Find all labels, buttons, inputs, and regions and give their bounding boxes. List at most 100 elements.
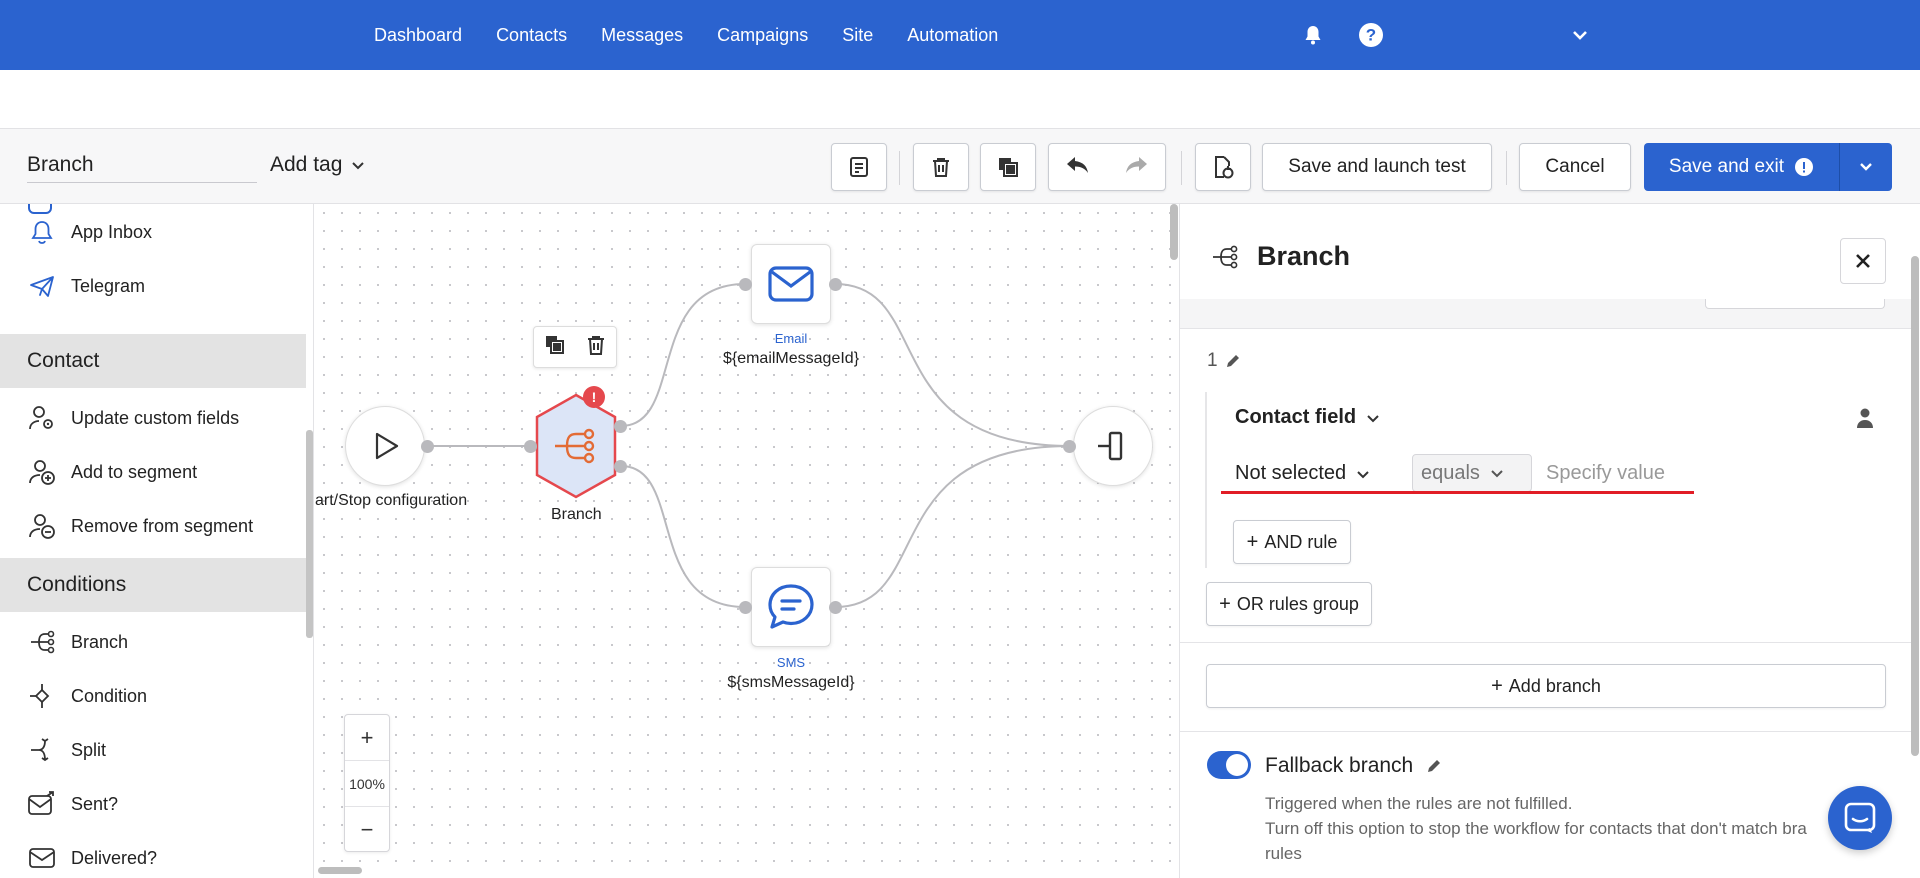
sidebar-item-update-custom-fields[interactable]: Update custom fields (0, 391, 306, 445)
sidebar-item-branch[interactable]: Branch (0, 615, 306, 669)
output-port[interactable] (829, 601, 842, 614)
pencil-icon[interactable] (1425, 757, 1443, 775)
main-nav: Dashboard Contacts Messages Campaigns Si… (374, 0, 998, 70)
close-panel-button[interactable] (1840, 238, 1886, 284)
workflow-canvas[interactable]: art/Stop configuration ! Branch Email ${… (315, 204, 1179, 878)
panel-scrollbar[interactable] (1911, 256, 1919, 756)
duplicate-button[interactable] (980, 143, 1036, 191)
nav-automation[interactable]: Automation (907, 25, 998, 46)
bell-icon (27, 217, 57, 247)
fallback-title: Fallback branch (1265, 754, 1414, 777)
operator-select[interactable]: equals (1412, 454, 1532, 492)
svg-text:?: ? (1366, 26, 1376, 45)
rule-group-border (1205, 392, 1207, 568)
output-port[interactable] (614, 460, 627, 473)
pencil-icon[interactable] (1224, 352, 1242, 370)
sidebar-item-label: Branch (71, 631, 129, 652)
sidebar-item-split[interactable]: Split (0, 723, 306, 777)
output-port[interactable] (829, 278, 842, 291)
add-or-rules-group-button[interactable]: + OR rules group (1206, 582, 1372, 626)
email-node-label: ${emailMessageId} (722, 350, 860, 367)
add-and-rule-button[interactable]: + AND rule (1233, 520, 1351, 564)
divider (1180, 731, 1913, 732)
plus-icon: + (1219, 592, 1231, 615)
bell-icon[interactable] (1298, 20, 1328, 50)
sidebar-item-delivered[interactable]: Delivered? (0, 831, 306, 878)
input-port[interactable] (1063, 440, 1076, 453)
help-icon[interactable]: ? (1356, 20, 1386, 50)
chevron-down-icon[interactable] (1565, 20, 1595, 50)
cancel-button[interactable]: Cancel (1519, 143, 1631, 191)
node-palette-sidebar: App Inbox Telegram Contact Update custom… (0, 204, 314, 878)
condition-icon (27, 681, 57, 711)
add-and-rule-label: AND rule (1264, 531, 1338, 552)
editor-toolbar: Branch Add tag Save and launch test Canc… (0, 128, 1920, 204)
sidebar-item-add-to-segment[interactable]: Add to segment (0, 445, 306, 499)
nav-campaigns[interactable]: Campaigns (717, 25, 808, 46)
panel-section-divider (1180, 299, 1913, 329)
save-options-dropdown[interactable] (1840, 143, 1892, 191)
mail-icon (768, 266, 814, 302)
zoom-in-button[interactable]: + (345, 715, 389, 761)
add-tag-dropdown[interactable]: Add tag (270, 153, 366, 177)
field-select[interactable]: Not selected (1235, 462, 1370, 485)
sidebar-item-app-inbox[interactable]: App Inbox (0, 205, 306, 259)
zoom-out-button[interactable]: − (345, 807, 389, 853)
input-port[interactable] (739, 601, 752, 614)
support-chat-button[interactable] (1828, 786, 1892, 850)
sidebar-section-conditions[interactable]: Conditions (0, 558, 306, 612)
sms-node[interactable] (751, 567, 831, 647)
paper-plane-icon (27, 271, 57, 301)
start-stop-node[interactable] (345, 406, 425, 486)
output-port[interactable] (614, 420, 627, 433)
branch-settings-panel: Branch 1 Contact field Not selected equa… (1179, 204, 1920, 878)
nav-dashboard[interactable]: Dashboard (374, 25, 462, 46)
notes-button[interactable] (831, 143, 887, 191)
undo-icon[interactable] (1065, 154, 1091, 181)
input-port[interactable] (739, 278, 752, 291)
sidebar-item-remove-from-segment[interactable]: Remove from segment (0, 499, 306, 553)
value-input[interactable]: Specify value (1546, 462, 1665, 485)
redo-icon[interactable] (1123, 154, 1149, 181)
sidebar-section-contact[interactable]: Contact (0, 334, 306, 388)
output-port[interactable] (421, 440, 434, 453)
fallback-branch-toggle[interactable] (1207, 751, 1251, 779)
sidebar-item-sent[interactable]: Sent? (0, 777, 306, 831)
chevron-down-icon (1491, 470, 1503, 478)
spacer (0, 70, 1920, 128)
plus-icon: + (1491, 674, 1503, 697)
email-node-type: Email (774, 331, 808, 346)
field-select-value: Not selected (1235, 462, 1347, 484)
trash-icon[interactable] (585, 334, 607, 361)
sidebar-item-telegram[interactable]: Telegram (0, 259, 306, 313)
sidebar-item-condition[interactable]: Condition (0, 669, 306, 723)
sidebar-scrollbar[interactable] (306, 430, 313, 638)
workflow-name-input[interactable]: Branch (27, 151, 257, 183)
sidebar-item-label: Update custom fields (71, 407, 240, 428)
branch-node[interactable] (531, 390, 621, 502)
start-node-label: art/Stop configuration (315, 492, 468, 509)
canvas-horizontal-scrollbar[interactable] (318, 867, 362, 874)
save-and-launch-test-button[interactable]: Save and launch test (1262, 143, 1492, 191)
connection-lines (431, 283, 1071, 608)
version-history-button[interactable] (1195, 143, 1251, 191)
divider (1180, 642, 1913, 643)
contact-field-dropdown[interactable]: Contact field (1235, 406, 1380, 429)
add-tag-label: Add tag (270, 153, 343, 176)
nav-contacts[interactable]: Contacts (496, 25, 567, 46)
input-port[interactable] (524, 440, 537, 453)
branch-header: 1 (1207, 350, 1242, 372)
add-branch-button[interactable]: + Add branch (1206, 664, 1886, 708)
canvas-vertical-scrollbar[interactable] (1170, 204, 1178, 260)
fallback-desc-line1: Triggered when the rules are not fulfill… (1265, 794, 1573, 813)
exit-node[interactable] (1073, 406, 1153, 486)
branch-node-label: Branch (551, 506, 602, 523)
delete-button[interactable] (913, 143, 969, 191)
email-node[interactable] (751, 244, 831, 324)
nav-site[interactable]: Site (842, 25, 873, 46)
save-and-exit-button[interactable]: Save and exit (1644, 143, 1892, 191)
nav-messages[interactable]: Messages (601, 25, 683, 46)
chevron-down-icon (1860, 163, 1872, 171)
branch-number: 1 (1207, 350, 1218, 371)
copy-icon[interactable] (544, 334, 566, 361)
